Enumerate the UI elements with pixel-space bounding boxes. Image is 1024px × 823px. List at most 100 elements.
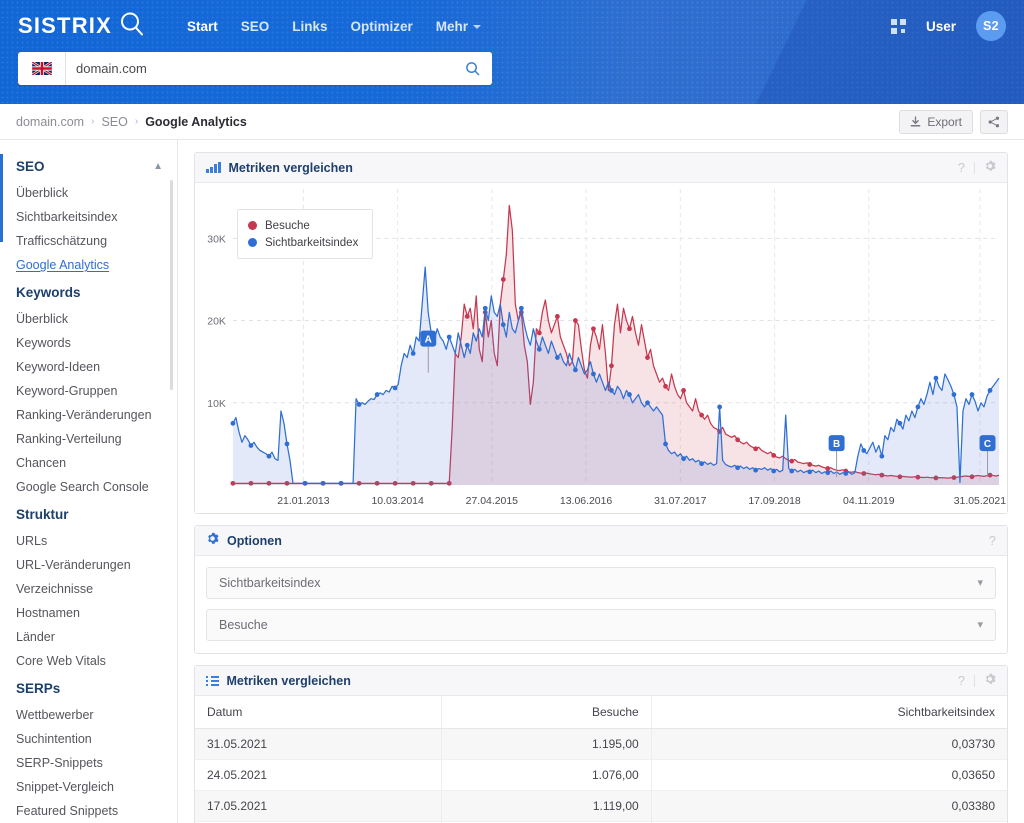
uk-flag-icon bbox=[31, 62, 52, 75]
country-selector[interactable] bbox=[18, 52, 66, 85]
sidebar-item-ueberblick-kw[interactable]: Überblick bbox=[16, 307, 177, 331]
svg-text:20K: 20K bbox=[207, 317, 226, 328]
svg-text:10.03.2014: 10.03.2014 bbox=[371, 496, 424, 507]
sidebar-item-suchintention[interactable]: Suchintention bbox=[16, 727, 177, 751]
gear-icon[interactable] bbox=[984, 159, 996, 177]
chevron-down-icon bbox=[473, 24, 482, 29]
breadcrumb-actions: Export bbox=[899, 109, 1008, 134]
help-icon[interactable]: ? bbox=[989, 533, 996, 548]
sidebar-item-featured-snippets[interactable]: Featured Snippets bbox=[16, 799, 177, 823]
gear-icon[interactable] bbox=[984, 672, 996, 690]
chevron-up-icon[interactable]: ▲ bbox=[153, 161, 163, 172]
cell-sichtbarkeitsindex: 0,03730 bbox=[651, 728, 1007, 760]
table-row[interactable]: 24.05.2021 1.076,00 0,03650 bbox=[195, 759, 1007, 791]
table-head: Datum Besuche Sichtbarkeitsindex bbox=[195, 696, 1007, 729]
sidebar-item-snippet-vergleich[interactable]: Snippet-Vergleich bbox=[16, 775, 177, 799]
table-panel: Metriken vergleichen ? Datum Besuche Sic… bbox=[194, 665, 1008, 823]
chevron-down-icon: ▾ bbox=[977, 576, 983, 589]
sidebar-item-keywords[interactable]: Keywords bbox=[16, 331, 177, 355]
table-row[interactable]: 31.05.2021 1.195,00 0,03730 bbox=[195, 728, 1007, 760]
export-button[interactable]: Export bbox=[899, 109, 973, 134]
table-row[interactable]: 17.05.2021 1.119,00 0,03380 bbox=[195, 790, 1007, 822]
sidebar-item-google-analytics[interactable]: Google Analytics bbox=[16, 253, 177, 277]
sidebar-group-keywords: Keywords Überblick Keywords Keyword-Idee… bbox=[16, 280, 177, 499]
list-icon bbox=[206, 675, 219, 686]
sistrix-logo[interactable]: SISTRIX bbox=[18, 10, 145, 42]
apps-grid-icon[interactable] bbox=[890, 18, 906, 34]
share-button[interactable] bbox=[980, 109, 1008, 134]
search-input[interactable] bbox=[66, 53, 452, 84]
nav-item-seo[interactable]: SEO bbox=[241, 19, 270, 34]
sidebar-scrollbar[interactable] bbox=[170, 180, 173, 390]
options-panel: Optionen ? Sichtbarkeitsindex ▾ Besuche … bbox=[194, 525, 1008, 654]
sidebar-item-google-search-console[interactable]: Google Search Console bbox=[16, 475, 177, 499]
breadcrumb: domain.com › SEO › Google Analytics bbox=[16, 115, 247, 129]
sidebar-item-hostnamen[interactable]: Hostnamen bbox=[16, 601, 177, 625]
metric-select-sichtbarkeitsindex[interactable]: Sichtbarkeitsindex ▾ bbox=[206, 567, 996, 599]
sidebar-group-serps: SERPs Wettbewerber Suchintention SERP-Sn… bbox=[16, 676, 177, 823]
nav-item-links[interactable]: Links bbox=[292, 19, 327, 34]
main-content: Metriken vergleichen ? 10K 20K 30K 21.01.20… bbox=[178, 140, 1024, 823]
sidebar-item-core-web-vitals[interactable]: Core Web Vitals bbox=[16, 649, 177, 673]
breadcrumb-item-domain[interactable]: domain.com bbox=[16, 115, 84, 129]
help-icon[interactable]: ? bbox=[958, 673, 965, 688]
column-header-sichtbarkeitsindex[interactable]: Sichtbarkeitsindex bbox=[651, 696, 1007, 729]
sidebar-item-keyword-ideen[interactable]: Keyword-Ideen bbox=[16, 355, 177, 379]
search-submit-button[interactable] bbox=[452, 52, 492, 85]
sidebar-item-ranking-verteilung[interactable]: Ranking-Verteilung bbox=[16, 427, 177, 451]
nav-item-start[interactable]: Start bbox=[187, 19, 218, 34]
sidebar-group-title: SEO bbox=[16, 159, 45, 174]
export-label: Export bbox=[927, 114, 962, 129]
nav-label: Optimizer bbox=[350, 18, 413, 34]
nav-item-optimizer[interactable]: Optimizer bbox=[351, 19, 413, 34]
column-header-datum[interactable]: Datum bbox=[195, 696, 443, 729]
sidebar-item-urls[interactable]: URLs bbox=[16, 529, 177, 553]
cell-sichtbarkeitsindex: 0,03380 bbox=[651, 790, 1007, 822]
sidebar-item-trafficschaetzung[interactable]: Trafficschätzung bbox=[16, 229, 177, 253]
svg-text:31.07.2017: 31.07.2017 bbox=[654, 496, 707, 507]
svg-text:C: C bbox=[984, 439, 991, 450]
user-label[interactable]: User bbox=[926, 19, 956, 34]
svg-text:13.06.2016: 13.06.2016 bbox=[560, 496, 613, 507]
svg-text:27.04.2015: 27.04.2015 bbox=[466, 496, 519, 507]
sidebar-item-wettbewerber[interactable]: Wettbewerber bbox=[16, 703, 177, 727]
domain-search-box[interactable] bbox=[18, 52, 492, 85]
sidebar-item-chancen[interactable]: Chancen bbox=[16, 451, 177, 475]
sidebar-group-header-seo[interactable]: SEO ▲ bbox=[16, 154, 177, 181]
sidebar-item-ueberblick[interactable]: Überblick bbox=[16, 181, 177, 205]
sidebar-item-url-veraenderungen[interactable]: URL-Veränderungen bbox=[16, 553, 177, 577]
column-header-besuche[interactable]: Besuche bbox=[441, 696, 652, 729]
svg-text:17.09.2018: 17.09.2018 bbox=[748, 496, 801, 507]
breadcrumb-separator: › bbox=[91, 116, 95, 127]
breadcrumb-item-seo[interactable]: SEO bbox=[101, 115, 127, 129]
select-value: Sichtbarkeitsindex bbox=[219, 576, 321, 590]
legend-color-dot bbox=[248, 221, 257, 230]
sidebar-item-laender[interactable]: Länder bbox=[16, 625, 177, 649]
page-body: SEO ▲ Überblick Sichtbarkeitsindex Traff… bbox=[0, 140, 1024, 823]
legend-label: Besuche bbox=[265, 219, 310, 232]
metric-select-besuche[interactable]: Besuche ▾ bbox=[206, 609, 996, 641]
sidebar-group-header-struktur[interactable]: Struktur bbox=[16, 502, 177, 529]
sidebar-item-serp-snippets[interactable]: SERP-Snippets bbox=[16, 751, 177, 775]
sidebar-group-header-serps[interactable]: SERPs bbox=[16, 676, 177, 703]
sidebar-item-keyword-gruppen[interactable]: Keyword-Gruppen bbox=[16, 379, 177, 403]
chart-panel-tools: ? bbox=[958, 159, 996, 177]
nav-label: SEO bbox=[240, 18, 270, 34]
chevron-down-icon: ▾ bbox=[977, 618, 983, 631]
sidebar-item-verzeichnisse[interactable]: Verzeichnisse bbox=[16, 577, 177, 601]
table-body: 31.05.2021 1.195,00 0,03730 24.05.2021 1… bbox=[195, 728, 1007, 823]
sidebar: SEO ▲ Überblick Sichtbarkeitsindex Traff… bbox=[0, 140, 178, 823]
sidebar-item-ranking-veraenderungen[interactable]: Ranking-Veränderungen bbox=[16, 403, 177, 427]
main-navigation: Start SEO Links Optimizer Mehr bbox=[187, 19, 482, 34]
sidebar-group-header-keywords[interactable]: Keywords bbox=[16, 280, 177, 307]
download-icon bbox=[910, 115, 921, 126]
breadcrumb-bar: domain.com › SEO › Google Analytics Expo… bbox=[0, 104, 1024, 140]
options-panel-header: Optionen ? bbox=[195, 526, 1007, 556]
help-icon[interactable]: ? bbox=[958, 160, 965, 175]
chart-area[interactable]: 10K 20K 30K 21.01.2013 10.03.2014 27.04.2015 1… bbox=[195, 183, 1007, 513]
avatar[interactable]: S2 bbox=[976, 11, 1006, 41]
sidebar-item-sichtbarkeitsindex[interactable]: Sichtbarkeitsindex bbox=[16, 205, 177, 229]
cell-besuche: 1.119,00 bbox=[441, 790, 652, 822]
nav-item-mehr[interactable]: Mehr bbox=[436, 19, 482, 34]
cell-besuche: 1.076,00 bbox=[441, 759, 652, 791]
